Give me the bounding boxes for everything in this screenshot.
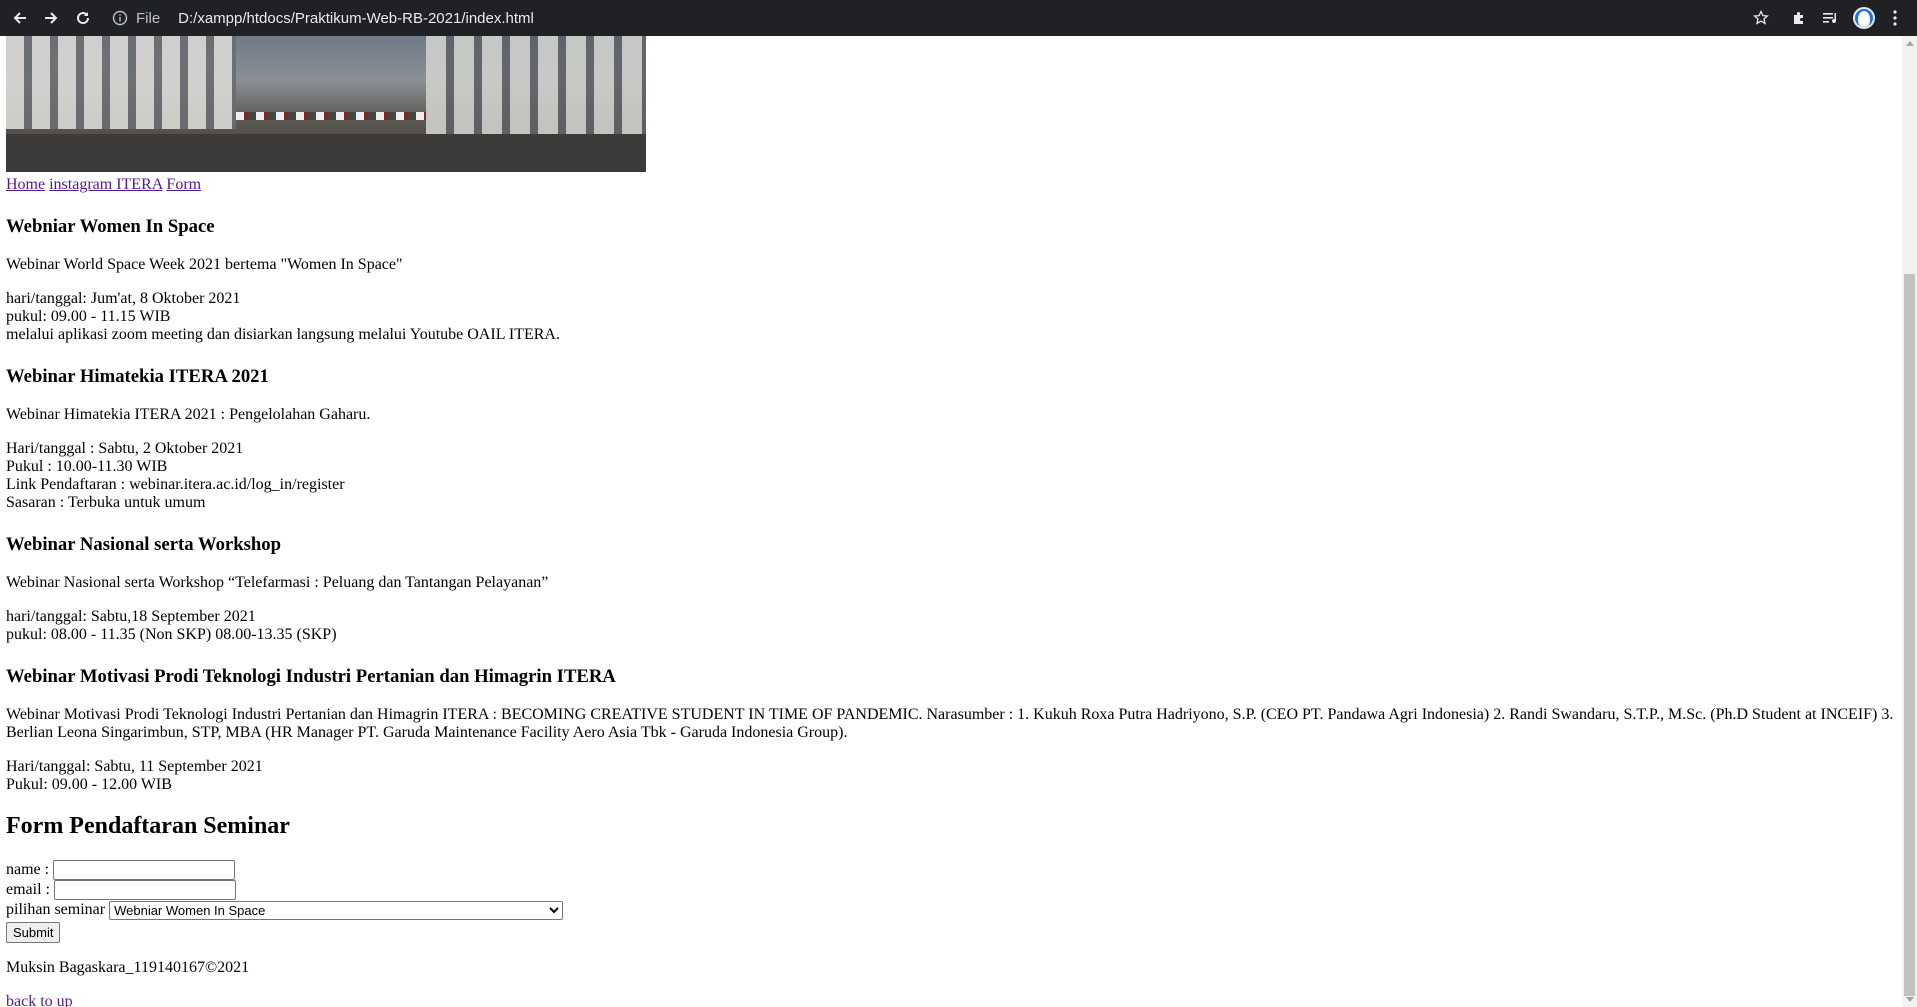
file-label: File (136, 9, 161, 27)
arrow-right-icon (45, 12, 58, 24)
seminar-select[interactable]: Webniar Women In Space (109, 900, 564, 920)
event-detail: hari/tanggal: Sabtu,18 September 2021 (6, 608, 256, 625)
nav-link-instagram[interactable]: instagram ITERA (49, 176, 162, 193)
submit-button[interactable]: Submit (6, 922, 61, 943)
browser-toolbar: File D:/xampp/htdocs/Praktikum-Web-RB-20… (0, 0, 1917, 36)
event-detail: Hari/tanggal : Sabtu, 2 Oktober 2021 (6, 440, 244, 457)
bookmark-button[interactable] (1749, 6, 1773, 30)
info-icon (112, 10, 128, 26)
vertical-scrollbar[interactable] (1902, 36, 1917, 1007)
event-section: Webinar Nasional serta Workshop Webinar … (6, 534, 1896, 644)
event-detail: pukul: 09.00 - 11.15 WIB (6, 308, 171, 325)
footer-credit: Muksin Bagaskara_119140167©2021 (6, 959, 250, 976)
nav-link-home[interactable]: Home (6, 176, 45, 193)
seminar-label: pilihan seminar (6, 901, 106, 918)
page-viewport: Home instagram ITERA Form Webniar Women … (0, 36, 1902, 1007)
event-detail: hari/tanggal: Jum'at, 8 Oktober 2021 (6, 290, 241, 307)
event-description: Webinar Nasional serta Workshop “Telefar… (6, 574, 549, 591)
url-text[interactable]: D:/xampp/htdocs/Praktikum-Web-RB-2021/in… (178, 10, 534, 27)
event-title: Webinar Himatekia ITERA 2021 (6, 366, 269, 387)
email-input[interactable] (53, 880, 236, 900)
event-section: Webniar Women In Space Webinar World Spa… (6, 216, 1896, 344)
event-detail: Sasaran : Terbuka untuk umum (6, 494, 206, 511)
scrollbar-thumb[interactable] (1904, 274, 1915, 996)
arrow-left-icon (13, 12, 26, 24)
event-details: hari/tanggal: Sabtu,18 September 2021 pu… (6, 608, 1896, 644)
reading-list-icon (1823, 13, 1837, 24)
puzzle-icon (1794, 12, 1803, 24)
event-description: Webinar Himatekia ITERA 2021 : Pengelola… (6, 406, 371, 423)
event-details: Hari/tanggal : Sabtu, 2 Oktober 2021 Puk… (6, 440, 1896, 512)
back-button[interactable] (8, 6, 32, 30)
page-content: Home instagram ITERA Form Webniar Women … (6, 36, 1896, 1007)
more-vert-icon (1893, 10, 1897, 26)
reload-icon (77, 12, 90, 25)
event-title: Webinar Nasional serta Workshop (6, 534, 282, 555)
profile-button[interactable] (1852, 6, 1876, 30)
event-section: Webinar Motivasi Prodi Teknologi Industr… (6, 666, 1896, 794)
extensions-button[interactable] (1787, 6, 1811, 30)
name-input[interactable] (53, 860, 236, 880)
name-label: name : (6, 861, 50, 878)
registration-form: name : email : pilihan seminar Webniar W… (6, 860, 1896, 943)
event-detail: Pukul: 09.00 - 12.00 WIB (6, 776, 172, 793)
avatar (1853, 7, 1875, 29)
event-detail: pukul: 08.00 - 11.35 (Non SKP) 08.00-13.… (6, 626, 337, 643)
event-detail: Hari/tanggal: Sabtu, 11 September 2021 (6, 758, 263, 775)
event-description: Webinar World Space Week 2021 bertema "W… (6, 256, 403, 273)
event-section: Webinar Himatekia ITERA 2021 Webinar Him… (6, 366, 1896, 512)
campus-banner-image (6, 36, 646, 172)
reload-button[interactable] (71, 6, 95, 30)
event-detail: Link Pendaftaran : webinar.itera.ac.id/l… (6, 476, 345, 493)
scroll-down-icon[interactable] (1906, 997, 1914, 1002)
scroll-up-icon[interactable] (1906, 41, 1914, 46)
forward-button[interactable] (39, 6, 63, 30)
form-heading: Form Pendaftaran Seminar (6, 813, 290, 839)
reading-list-button[interactable] (1819, 6, 1843, 30)
event-detail: melalui aplikasi zoom meeting dan disiar… (6, 326, 560, 343)
event-title: Webinar Motivasi Prodi Teknologi Industr… (6, 666, 616, 687)
event-details: Hari/tanggal: Sabtu, 11 September 2021 P… (6, 758, 1896, 794)
nav-link-form[interactable]: Form (166, 176, 201, 193)
menu-button[interactable] (1883, 6, 1907, 30)
email-label: email : (6, 881, 50, 898)
event-detail: Pukul : 10.00-11.30 WIB (6, 458, 168, 475)
address-bar[interactable]: File D:/xampp/htdocs/Praktikum-Web-RB-20… (112, 4, 1752, 32)
event-title: Webniar Women In Space (6, 216, 215, 237)
star-icon (1753, 10, 1769, 25)
event-description: Webinar Motivasi Prodi Teknologi Industr… (6, 706, 1894, 741)
event-details: hari/tanggal: Jum'at, 8 Oktober 2021 puk… (6, 290, 1896, 344)
nav-links: Home instagram ITERA Form (6, 176, 1896, 194)
back-to-up-link[interactable]: back to up (6, 993, 73, 1007)
